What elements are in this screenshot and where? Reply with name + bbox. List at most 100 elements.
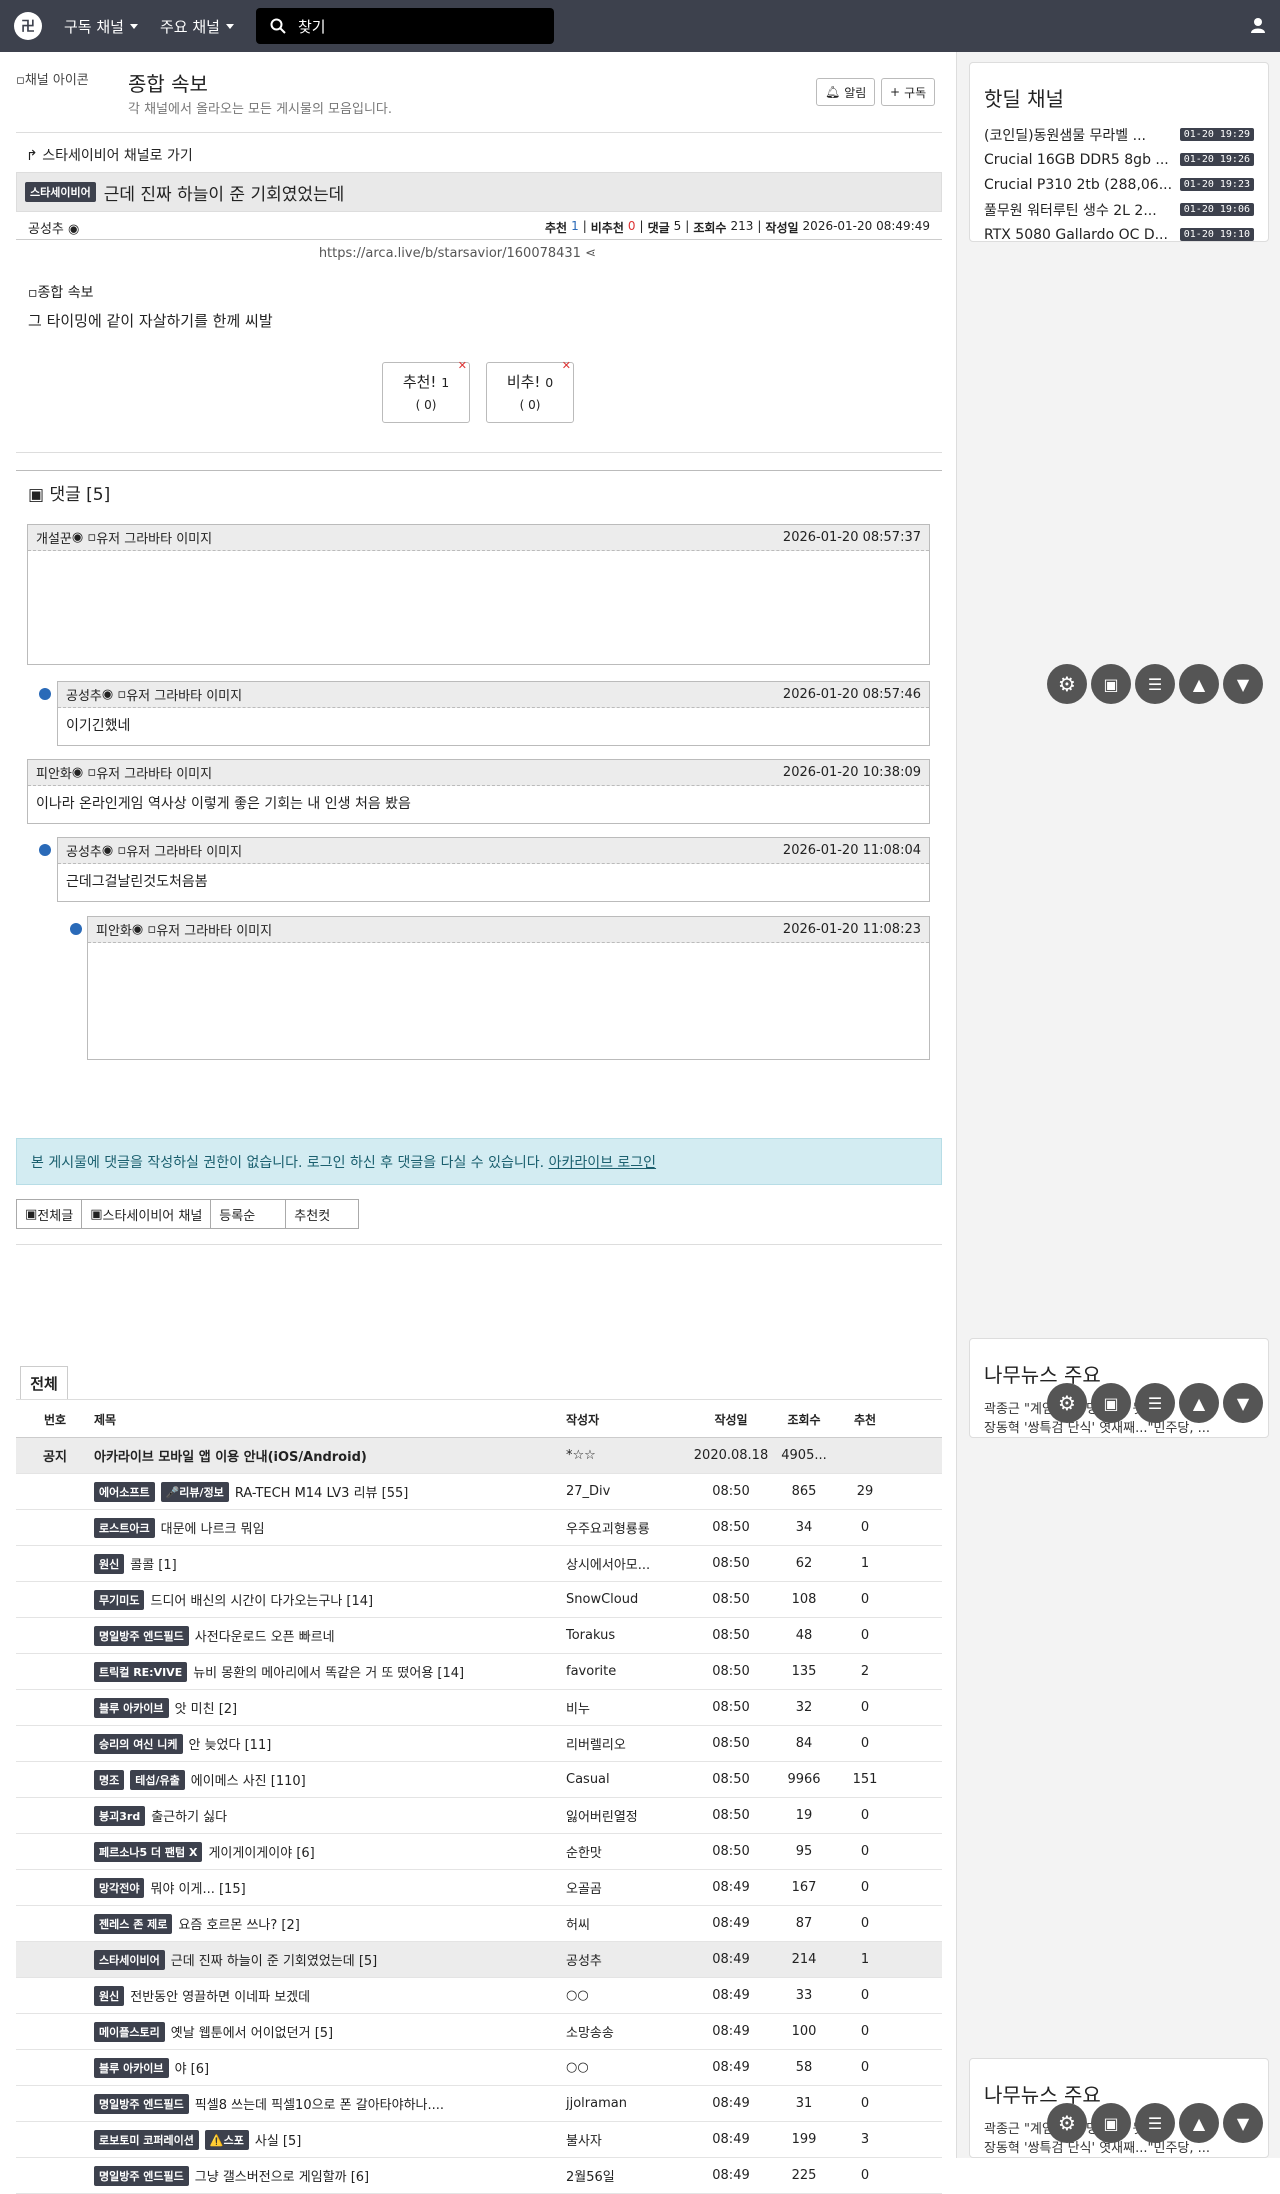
table-row[interactable]: 무기미도 드디어 배신의 시간이 다가오는구나 [14] SnowCloud 08:5… bbox=[16, 1582, 942, 1618]
row-title[interactable]: 스타세이비어 근데 진짜 하늘이 준 기회였었는데 [5] bbox=[94, 1949, 566, 1970]
hotdeal-item[interactable]: (코인딜)동원샘물 무라벨 ... 01-20 19:29 bbox=[970, 122, 1268, 147]
table-row[interactable]: 붕괴3rd 출근하기 싫다 잃어버린열정 08:50 19 0 bbox=[16, 1798, 942, 1834]
article-url[interactable]: https://arca.live/b/starsavior/160078431… bbox=[319, 246, 596, 261]
category-badge[interactable]: 원신 bbox=[94, 1553, 125, 1574]
subscribed-channels-dropdown[interactable]: 구독 채널 bbox=[64, 16, 138, 37]
article-author[interactable]: 공성추 ◉ bbox=[28, 218, 79, 237]
notice-row[interactable]: 공지 아카라이브 모바일 앱 이용 안내(iOS/Android) *☆☆ 20… bbox=[16, 1438, 942, 1474]
table-row[interactable]: 젠레스 존 제로 요즘 호르몬 쓰나? [2] 허씨 08:49 87 0 bbox=[16, 1906, 942, 1942]
scroll-down-button[interactable]: ▼ bbox=[1223, 2103, 1263, 2143]
category-badge[interactable]: ⚠️스포 bbox=[204, 2129, 249, 2150]
list-button[interactable]: ☰ bbox=[1135, 664, 1175, 704]
row-author[interactable]: 리버렐리오 bbox=[566, 1734, 690, 1753]
category-badge[interactable]: 승리의 여신 니케 bbox=[94, 1733, 183, 1754]
table-row[interactable]: 로보토미 코퍼레이션 ⚠️스포 사실 [5] 불사자 08:49 199 3 bbox=[16, 2122, 942, 2158]
row-title[interactable]: 승리의 여신 니케 안 늦었다 [11] bbox=[94, 1733, 566, 1754]
hotdeal-item[interactable]: RTX 5080 Gallardo OC D... 01-20 19:10 bbox=[970, 222, 1268, 247]
table-row[interactable]: 원신 콜콜 [1] 상시에서아모... 08:50 62 1 bbox=[16, 1546, 942, 1582]
settings-button[interactable]: ⚙ bbox=[1047, 664, 1087, 704]
comments-button[interactable]: ▣ bbox=[1091, 664, 1131, 704]
alarm-button[interactable]: 🔔︎ 알림 bbox=[816, 78, 876, 106]
row-author[interactable]: *☆☆ bbox=[566, 1448, 690, 1463]
category-badge[interactable]: 🎤리뷰/정보 bbox=[160, 1481, 229, 1502]
filter-channel[interactable]: ▣ 스타세이비어 채널 bbox=[81, 1199, 212, 1229]
comment-author[interactable]: 피안화 bbox=[96, 920, 132, 939]
row-author[interactable]: favorite bbox=[566, 1664, 690, 1679]
table-row[interactable]: 에어소프트 🎤리뷰/정보 RA-TECH M14 LV3 리뷰 [55] 27_Div… bbox=[16, 1474, 942, 1510]
table-row[interactable]: 명일방주 엔드필드 그냥 갤스버전으로 게임할까 [6] 2월56일 08:49 225… bbox=[16, 2158, 942, 2194]
row-author[interactable]: ○○ bbox=[566, 2060, 690, 2075]
row-author[interactable]: 불사자 bbox=[566, 2130, 690, 2149]
table-row[interactable]: 승리의 여신 니케 안 늦었다 [11] 리버렐리오 08:50 84 0 bbox=[16, 1726, 942, 1762]
row-title[interactable]: 원신 전반동안 영끌하면 이네파 보겠데 bbox=[94, 1985, 566, 2006]
filter-best[interactable]: 추천컷 bbox=[285, 1199, 360, 1229]
login-link[interactable]: 아카라이브 로그인 bbox=[549, 1155, 657, 1171]
row-title[interactable]: 블루 아카이브 앗 미친 [2] bbox=[94, 1697, 566, 1718]
comment-author[interactable]: 피안화 bbox=[36, 763, 72, 782]
arca-logo-icon[interactable]: 卍 bbox=[14, 12, 42, 40]
search-input[interactable]: 찾기 bbox=[255, 8, 554, 44]
subscribe-button[interactable]: + 구독 bbox=[881, 78, 936, 106]
vote-down-button[interactable]: ✕ 비추! 0 ( 0) bbox=[486, 359, 574, 423]
category-badge[interactable]: 스타세이비어 bbox=[25, 182, 96, 202]
comment-author[interactable]: 개설꾼 bbox=[36, 528, 72, 547]
filter-all[interactable]: ▣ 전체글 bbox=[16, 1199, 83, 1229]
table-row[interactable]: 페르소나5 더 팬텀 X 게이게이게이야 [6] 순한맛 08:50 95 0 bbox=[16, 1834, 942, 1870]
row-author[interactable]: jjolraman bbox=[566, 2096, 690, 2111]
category-badge[interactable]: 명일방주 엔드필드 bbox=[94, 2093, 189, 2114]
category-badge[interactable]: 망각전야 bbox=[94, 1877, 145, 1898]
row-title[interactable]: 망각전야 뭐야 이게... [15] bbox=[94, 1877, 566, 1898]
row-title[interactable]: 블루 아카이브 야 [6] bbox=[94, 2057, 566, 2078]
row-title[interactable]: 로스트아크 대문에 나르크 뭐임 bbox=[94, 1517, 566, 1538]
row-author[interactable]: 허씨 bbox=[566, 1914, 690, 1933]
table-row[interactable]: 블루 아카이브 앗 미친 [2] 비누 08:50 32 0 bbox=[16, 1690, 942, 1726]
row-title[interactable]: 아카라이브 모바일 앱 이용 안내(iOS/Android) bbox=[94, 1446, 566, 1465]
category-badge[interactable]: 메이플스토리 bbox=[94, 2021, 165, 2042]
table-row[interactable]: 명일방주 엔드필드 픽셀8 쓰는데 픽셀10으로 폰 갈아타야하나.... jjol… bbox=[16, 2086, 942, 2122]
vote-up-button[interactable]: ✕ 추천! 1 ( 0) bbox=[382, 359, 470, 423]
row-title[interactable]: 트릭컬 RE:VIVE 뉴비 몽환의 메아리에서 똑같은 거 또 떴어용 [14] bbox=[94, 1661, 566, 1682]
row-author[interactable]: 오골곰 bbox=[566, 1878, 690, 1897]
table-row[interactable]: 망각전야 뭐야 이게... [15] 오골곰 08:49 167 0 bbox=[16, 1870, 942, 1906]
category-badge[interactable]: 명조 bbox=[94, 1769, 125, 1790]
row-title[interactable]: 로보토미 코퍼레이션 ⚠️스포 사실 [5] bbox=[94, 2129, 566, 2150]
category-badge[interactable]: 로스트아크 bbox=[94, 1517, 155, 1538]
row-author[interactable]: SnowCloud bbox=[566, 1592, 690, 1607]
row-title[interactable]: 명일방주 엔드필드 픽셀8 쓰는데 픽셀10으로 폰 갈아타야하나.... bbox=[94, 2093, 566, 2114]
scroll-down-button[interactable]: ▼ bbox=[1223, 664, 1263, 704]
scroll-down-button[interactable]: ▼ bbox=[1223, 1383, 1263, 1423]
list-button[interactable]: ☰ bbox=[1135, 2103, 1175, 2143]
row-author[interactable]: 공성추 bbox=[566, 1950, 690, 1969]
row-title[interactable]: 젠레스 존 제로 요즘 호르몬 쓰나? [2] bbox=[94, 1913, 566, 1934]
row-title[interactable]: 명조 테섭/유출 에이메스 사진 [110] bbox=[94, 1769, 566, 1790]
table-row[interactable]: 메이플스토리 옛날 웹툰에서 어이없던거 [5] 소망송송 08:49 100 0 bbox=[16, 2014, 942, 2050]
category-badge[interactable]: 블루 아카이브 bbox=[94, 1697, 169, 1718]
row-author[interactable]: 순한맛 bbox=[566, 1842, 690, 1861]
settings-button[interactable]: ⚙ bbox=[1047, 2103, 1087, 2143]
category-badge[interactable]: 명일방주 엔드필드 bbox=[94, 2165, 189, 2186]
hotdeal-item[interactable]: 풀무원 워터루틴 생수 2L 2... 01-20 19:06 bbox=[970, 197, 1268, 222]
category-badge[interactable]: 테섭/유출 bbox=[130, 1769, 185, 1790]
row-author[interactable]: 비누 bbox=[566, 1698, 690, 1717]
row-author[interactable]: ○○ bbox=[566, 1988, 690, 2003]
scroll-up-button[interactable]: ▲ bbox=[1179, 664, 1219, 704]
row-author[interactable]: 소망송송 bbox=[566, 2022, 690, 2041]
row-title[interactable]: 붕괴3rd 출근하기 싫다 bbox=[94, 1805, 566, 1826]
row-author[interactable]: 우주요괴형룡룡 bbox=[566, 1518, 690, 1537]
scroll-up-button[interactable]: ▲ bbox=[1179, 2103, 1219, 2143]
hotdeal-item[interactable]: Crucial P310 2tb (288,06... 01-20 19:23 bbox=[970, 172, 1268, 197]
row-title[interactable]: 메이플스토리 옛날 웹툰에서 어이없던거 [5] bbox=[94, 2021, 566, 2042]
comment-author[interactable]: 공성추 bbox=[66, 685, 102, 704]
category-badge[interactable]: 페르소나5 더 팬텀 X bbox=[94, 1841, 203, 1862]
row-title[interactable]: 페르소나5 더 팬텀 X 게이게이게이야 [6] bbox=[94, 1841, 566, 1862]
hotdeal-item[interactable]: Crucial 16GB DDR5 8gb ... 01-20 19:26 bbox=[970, 147, 1268, 172]
category-badge[interactable]: 트릭컬 RE:VIVE bbox=[94, 1661, 188, 1682]
row-title[interactable]: 에어소프트 🎤리뷰/정보 RA-TECH M14 LV3 리뷰 [55] bbox=[94, 1481, 566, 1502]
user-icon[interactable] bbox=[1250, 17, 1266, 33]
category-badge[interactable]: 스타세이비어 bbox=[94, 1949, 165, 1970]
row-author[interactable]: 상시에서아모... bbox=[566, 1554, 690, 1573]
table-row[interactable]: 로스트아크 대문에 나르크 뭐임 우주요괴형룡룡 08:50 34 0 bbox=[16, 1510, 942, 1546]
table-row[interactable]: 명조 테섭/유출 에이메스 사진 [110] Casual 08:50 9966 151 bbox=[16, 1762, 942, 1798]
table-row[interactable]: 스타세이비어 근데 진짜 하늘이 준 기회였었는데 [5] 공성추 08:49 214 1 bbox=[16, 1942, 942, 1978]
comments-button[interactable]: ▣ bbox=[1091, 1383, 1131, 1423]
